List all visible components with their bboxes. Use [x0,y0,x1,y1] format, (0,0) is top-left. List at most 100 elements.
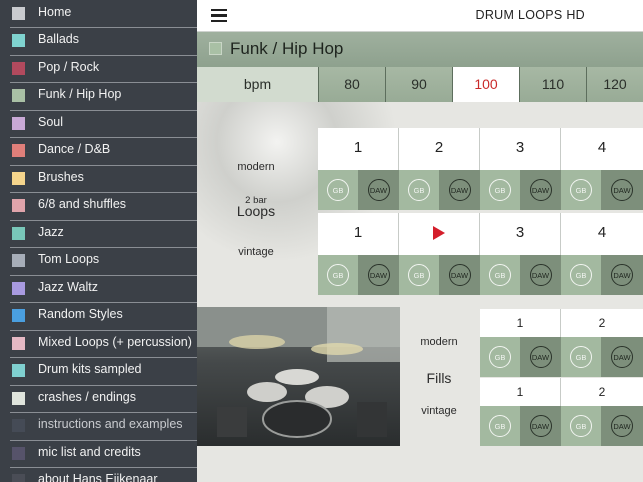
gb-icon: GB [489,179,511,201]
daw-button[interactable]: DAW [520,170,561,210]
daw-button[interactable]: DAW [601,337,643,377]
daw-button[interactable]: DAW [358,255,399,295]
mixed-loops-color-swatch [12,337,25,350]
fill-vintage-1[interactable]: 1 [480,378,561,406]
gb-button[interactable]: GB [318,255,358,295]
daw-button[interactable]: DAW [601,406,643,446]
bpm-option-100[interactable]: 100 [453,67,520,102]
sidebar-item-instructions[interactable]: instructions and examples [0,412,197,439]
sidebar-item-label: Mixed Loops (+ percussion) [38,335,192,349]
gb-icon: GB [408,179,430,201]
hamburger-icon[interactable] [211,9,227,22]
gb-button[interactable]: GB [480,337,520,377]
sidebar-item-brushes[interactable]: Brushes [0,165,197,192]
loop-vintage-2-playing[interactable] [399,213,480,255]
gb-button[interactable]: GB [561,255,601,295]
sidebar-item-label: Jazz Waltz [38,280,98,294]
daw-button[interactable]: DAW [601,170,643,210]
daw-button[interactable]: DAW [520,337,561,377]
fill-vintage-2[interactable]: 2 [561,378,643,406]
sidebar-item-label: Home [38,5,72,19]
sidebar-item-label: Soul [38,115,64,129]
sidebar-item-label: mic list and credits [38,445,141,459]
daw-button[interactable]: DAW [439,170,480,210]
sidebar: Home Ballads Pop / Rock Funk / Hip Hop S… [0,0,197,482]
sidebar-item-ballads[interactable]: Ballads [0,27,197,54]
drum-kit-illustration [197,307,400,438]
gb-button[interactable]: GB [399,255,439,295]
sidebar-item-shuffles[interactable]: 6/8 and shuffles [0,192,197,219]
sidebar-item-dance-db[interactable]: Dance / D&B [0,137,197,164]
loop-modern-1[interactable]: 1 [318,128,399,170]
app-title: DRUM LOOPS HD [475,8,585,22]
sidebar-item-label: Drum kits sampled [38,362,142,376]
gb-button[interactable]: GB [318,170,358,210]
sidebar-item-funk-hip-hop[interactable]: Funk / Hip Hop [0,82,197,109]
loops-modern-label: modern [237,161,275,173]
gb-button[interactable]: GB [480,406,520,446]
loop-modern-4[interactable]: 4 [561,128,643,170]
fill-modern-1[interactable]: 1 [480,309,561,337]
sidebar-item-mixed-loops[interactable]: Mixed Loops (+ percussion) [0,330,197,357]
sidebar-item-label: Ballads [38,32,79,46]
sidebar-item-label: Dance / D&B [38,142,111,156]
daw-icon: DAW [611,179,633,201]
sidebar-item-soul[interactable]: Soul [0,110,197,137]
random-styles-color-swatch [12,309,25,322]
gb-button[interactable]: GB [561,337,601,377]
sidebar-item-jazz[interactable]: Jazz [0,220,197,247]
bpm-selector: bpm 80 90 100 110 120 [197,67,643,102]
daw-icon: DAW [529,346,552,368]
loop-vintage-1[interactable]: 1 [318,213,399,255]
sidebar-item-drum-kits[interactable]: Drum kits sampled [0,357,197,384]
sidebar-item-label: instructions and examples [38,417,183,431]
sidebar-item-random-styles[interactable]: Random Styles [0,302,197,329]
daw-button[interactable]: DAW [520,255,561,295]
daw-icon: DAW [529,179,552,201]
sidebar-item-jazz-waltz[interactable]: Jazz Waltz [0,275,197,302]
fill-modern-2[interactable]: 2 [561,309,643,337]
loop-modern-2[interactable]: 2 [399,128,480,170]
gb-button[interactable]: GB [561,406,601,446]
bpm-option-110[interactable]: 110 [520,67,587,102]
fills-vintage-label: vintage [421,405,457,417]
sidebar-item-label: Random Styles [38,307,123,321]
bpm-option-90[interactable]: 90 [386,67,453,102]
daw-button[interactable]: DAW [358,170,399,210]
sidebar-item-pop-rock[interactable]: Pop / Rock [0,55,197,82]
sidebar-item-about[interactable]: about Hans Eijkenaar [0,467,197,482]
gb-button[interactable]: GB [561,170,601,210]
sidebar-item-crashes[interactable]: crashes / endings [0,385,197,412]
sidebar-item-label: about Hans Eijkenaar [38,472,158,482]
daw-icon: DAW [611,346,633,368]
home-color-swatch [12,7,25,20]
gb-icon: GB [327,179,349,201]
daw-icon: DAW [529,415,552,437]
daw-icon: DAW [529,264,552,286]
sidebar-item-home[interactable]: Home [0,0,197,27]
gb-icon: GB [489,346,511,368]
daw-button[interactable]: DAW [601,255,643,295]
loop-modern-3[interactable]: 3 [480,128,561,170]
bpm-option-120[interactable]: 120 [587,67,643,102]
sidebar-item-label: Jazz [38,225,64,239]
bpm-option-80[interactable]: 80 [319,67,386,102]
gb-icon: GB [570,346,592,368]
gb-button[interactable]: GB [480,170,520,210]
loop-vintage-3[interactable]: 3 [480,213,561,255]
sidebar-item-tom-loops[interactable]: Tom Loops [0,247,197,274]
jazz-waltz-color-swatch [12,282,25,295]
loop-vintage-4[interactable]: 4 [561,213,643,255]
gb-icon: GB [408,264,430,286]
instructions-color-swatch [12,419,25,432]
play-icon [433,226,445,241]
gb-button[interactable]: GB [399,170,439,210]
daw-button[interactable]: DAW [439,255,480,295]
daw-icon: DAW [448,179,471,201]
soul-color-swatch [12,117,25,130]
mic-list-color-swatch [12,447,25,460]
daw-button[interactable]: DAW [520,406,561,446]
gb-button[interactable]: GB [480,255,520,295]
daw-icon: DAW [367,264,390,286]
sidebar-item-mic-list[interactable]: mic list and credits [0,440,197,467]
